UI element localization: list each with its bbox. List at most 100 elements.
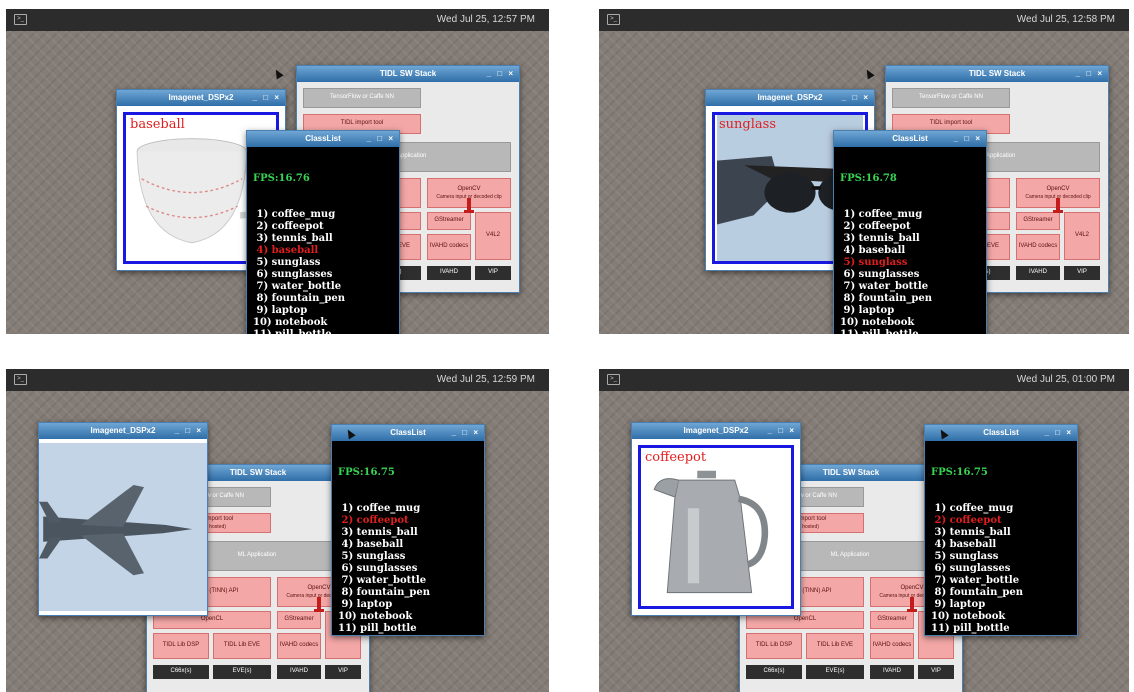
- class-row: 8) fountain_pen: [253, 293, 393, 305]
- class-row: 9) laptop: [931, 599, 1071, 611]
- window-controls[interactable]: _ □ ×: [954, 131, 982, 147]
- window-controls[interactable]: _ □ ×: [452, 425, 480, 441]
- gstreamer-block[interactable]: GStreamer: [1016, 212, 1060, 230]
- c66-block[interactable]: C66x(s): [746, 665, 802, 679]
- vip-block[interactable]: VIP: [475, 266, 511, 280]
- vip-block-text: VIP: [931, 668, 941, 675]
- vip-block[interactable]: VIP: [1064, 266, 1100, 280]
- ivahd-codecs-block[interactable]: IVAHD codecs: [427, 234, 471, 260]
- c66-block-text: C66x(s): [170, 668, 192, 675]
- window-controls[interactable]: _ □ ×: [1045, 425, 1073, 441]
- tidl-lib-dsp-block[interactable]: TIDL Lib DSP: [153, 633, 209, 659]
- class-row: 1) coffee_mug: [253, 209, 393, 221]
- top-bar: >_ Wed Jul 25, 12:59 PM: [6, 369, 549, 391]
- class-number: 6): [931, 563, 950, 574]
- class-name: sunglass: [949, 551, 999, 562]
- v4l2-block[interactable]: V4L2: [475, 212, 511, 260]
- class-row: 8) fountain_pen: [931, 587, 1071, 599]
- tidl-lib-eve-block[interactable]: TIDL Lib EVE: [213, 633, 271, 659]
- class-number: 3): [840, 233, 859, 244]
- class-row: 10) notebook: [931, 611, 1071, 623]
- pin-icon: [910, 597, 914, 609]
- window-controls[interactable]: _ □ ×: [253, 90, 281, 106]
- gstreamer-block[interactable]: GStreamer: [870, 611, 914, 629]
- gstreamer-block[interactable]: GStreamer: [427, 212, 471, 230]
- class-row: 5) sunglass: [253, 257, 393, 269]
- clock: Wed Jul 25, 01:00 PM: [1016, 374, 1115, 385]
- opencv-block-text: OpenCV: [457, 186, 481, 193]
- eve-block[interactable]: EVE(s): [806, 665, 864, 679]
- ivahd-codecs-block[interactable]: IVAHD codecs: [277, 633, 321, 659]
- ivahd-codecs-block[interactable]: IVAHD codecs: [870, 633, 914, 659]
- ivahd-block[interactable]: IVAHD: [1016, 266, 1060, 280]
- terminal-icon[interactable]: >_: [14, 14, 27, 25]
- class-number: 9): [338, 599, 357, 610]
- class-number: 8): [840, 293, 859, 304]
- c66-block-text: C66x(s): [763, 668, 785, 675]
- eve-block[interactable]: EVE(s): [213, 665, 271, 679]
- tensorflow-block[interactable]: TensorFlow or Caffe NN: [303, 88, 421, 108]
- class-row: 4) baseball: [338, 539, 478, 551]
- gstreamer-block[interactable]: GStreamer: [277, 611, 321, 629]
- window-controls[interactable]: _ □ ×: [175, 423, 203, 439]
- class-name: fountain_pen: [356, 587, 430, 598]
- class-name: water_bottle: [271, 281, 342, 292]
- class-name: laptop: [271, 305, 308, 316]
- c66-block[interactable]: C66x(s): [153, 665, 209, 679]
- window-controls[interactable]: _ □ ×: [487, 66, 515, 82]
- tidl-lib-eve-block[interactable]: TIDL Lib EVE: [806, 633, 864, 659]
- class-row: 11) pill_bottle: [931, 623, 1071, 635]
- class-number: 7): [931, 575, 950, 586]
- vip-block-text: VIP: [338, 668, 348, 675]
- ivahd-block[interactable]: IVAHD: [427, 266, 471, 280]
- window-titlebar[interactable]: TIDL SW Stack _ □ ×: [886, 66, 1108, 82]
- window-title: ClassList: [892, 134, 928, 143]
- window-title: TIDL SW Stack: [822, 468, 880, 477]
- window-titlebar[interactable]: ClassList _ □ ×: [247, 131, 399, 147]
- class-number: 1): [253, 209, 272, 220]
- window-titlebar[interactable]: Imagenet_DSPx2 _ □ ×: [39, 423, 207, 439]
- class-name: coffee_mug: [949, 503, 1014, 514]
- window-controls[interactable]: _ □ ×: [367, 131, 395, 147]
- window-controls[interactable]: _ □ ×: [842, 90, 870, 106]
- ivahd-block[interactable]: IVAHD: [277, 665, 321, 679]
- class-name: notebook: [953, 611, 1006, 622]
- clock: Wed Jul 25, 12:58 PM: [1016, 14, 1115, 25]
- pin-head-icon: [907, 609, 917, 612]
- classlist-window[interactable]: ClassList _ □ × FPS:16.76 1) coffee_mug …: [246, 130, 400, 334]
- ivahd-block-text: IVAHD: [883, 668, 901, 675]
- window-titlebar[interactable]: Imagenet_DSPx2 _ □ ×: [117, 90, 285, 106]
- window-titlebar[interactable]: ClassList _ □ ×: [834, 131, 986, 147]
- tensorflow-block[interactable]: TensorFlow or Caffe NN: [892, 88, 1010, 108]
- class-row: 5) sunglass: [840, 257, 980, 269]
- classlist-window[interactable]: ClassList _ □ × FPS:16.78 1) coffee_mug …: [833, 130, 987, 334]
- class-number: 4): [338, 539, 357, 550]
- class-name: tennis_ball: [356, 527, 418, 538]
- classlist-window[interactable]: ClassList _ □ × FPS:16.75 1) coffee_mug …: [924, 424, 1078, 636]
- window-titlebar[interactable]: Imagenet_DSPx2 _ □ ×: [632, 423, 800, 439]
- v4l2-block[interactable]: V4L2: [1064, 212, 1100, 260]
- window-controls[interactable]: _ □ ×: [768, 423, 796, 439]
- class-number: 3): [931, 527, 950, 538]
- classlist-window[interactable]: ClassList _ □ × FPS:16.75 1) coffee_mug …: [331, 424, 485, 636]
- vip-block[interactable]: VIP: [325, 665, 361, 679]
- class-number: 5): [931, 551, 950, 562]
- terminal-icon[interactable]: >_: [14, 374, 27, 385]
- tidl-lib-dsp-block[interactable]: TIDL Lib DSP: [746, 633, 802, 659]
- terminal-icon[interactable]: >_: [607, 374, 620, 385]
- gstreamer-block-text: GStreamer: [1023, 217, 1053, 224]
- ivahd-codecs-block[interactable]: IVAHD codecs: [1016, 234, 1060, 260]
- ivahd-codecs-block-text: IVAHD codecs: [279, 642, 319, 649]
- class-number: 11): [931, 623, 954, 634]
- window-titlebar[interactable]: Imagenet_DSPx2 _ □ ×: [706, 90, 874, 106]
- window-controls[interactable]: _ □ ×: [1076, 66, 1104, 82]
- class-row: 1) coffee_mug: [338, 503, 478, 515]
- ivahd-block[interactable]: IVAHD: [870, 665, 914, 679]
- imagenet-window[interactable]: Imagenet_DSPx2 _ □ × coffeepot: [631, 422, 801, 616]
- class-name: coffeepot: [949, 515, 1002, 526]
- class-row: 7) water_bottle: [338, 575, 478, 587]
- imagenet-window[interactable]: Imagenet_DSPx2 _ □ ×: [38, 422, 208, 616]
- window-titlebar[interactable]: TIDL SW Stack _ □ ×: [297, 66, 519, 82]
- terminal-icon[interactable]: >_: [607, 14, 620, 25]
- vip-block[interactable]: VIP: [918, 665, 954, 679]
